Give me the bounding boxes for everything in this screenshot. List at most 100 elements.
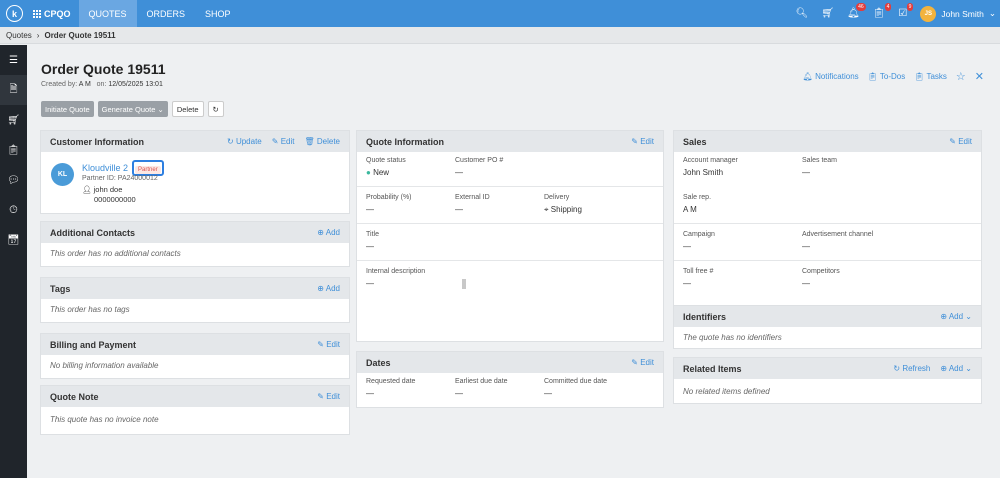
edit-button[interactable]: ✎ Edit — [272, 137, 295, 146]
edit-quote-info-button[interactable]: ✎ Edit — [631, 137, 654, 146]
add-contact-button[interactable]: ⊕ Add — [317, 228, 340, 237]
notifications-label: Notifications — [815, 72, 859, 81]
empty-message: This order has no additional contacts — [50, 249, 181, 258]
delete-button[interactable]: Delete — [171, 101, 204, 117]
refresh-related-button[interactable]: ↻ Refresh — [893, 364, 930, 373]
edit-note-button[interactable]: ✎ Edit — [317, 392, 340, 401]
field-label: Earliest due date — [455, 378, 508, 385]
customer-name-link[interactable]: Kloudville 2 — [82, 163, 128, 173]
refresh-button[interactable]: ↻ — [207, 101, 224, 117]
tasks-icon[interactable]: 📋︎ 4 — [873, 3, 892, 19]
document-icon[interactable]: 🗎 — [0, 75, 27, 105]
plus-circle-icon: ⊕ — [317, 228, 324, 237]
add-related-button[interactable]: ⊕ Add ⌄ — [940, 364, 972, 373]
user-menu[interactable]: JS John Smith ⌄ — [920, 5, 996, 22]
card-title: Sales — [683, 136, 707, 147]
field-value: — — [366, 389, 374, 398]
contact-name: john doe — [93, 185, 123, 194]
clock-icon[interactable]: 🕒︎ — [0, 195, 27, 225]
delete-button[interactable]: 🗑︎ Delete — [304, 137, 340, 146]
resize-handle[interactable] — [462, 279, 466, 289]
edit-label: Edit — [280, 137, 295, 146]
trash-icon: 🗑︎ — [304, 137, 315, 146]
field-value: — — [366, 205, 374, 214]
created-on-label: on: — [96, 81, 107, 88]
card-title: Identifiers — [683, 311, 727, 322]
notifications-link[interactable]: 🔔︎ Notifications — [803, 72, 859, 81]
clipboard-icon: 📋︎ — [914, 72, 925, 81]
close-icon[interactable]: ✕ — [975, 70, 984, 83]
nav-quotes[interactable]: QUOTES — [78, 0, 137, 27]
field-label: Sales team — [802, 157, 838, 164]
sales-header: Sales ✎ Edit — [674, 131, 981, 152]
todos-link[interactable]: 📋︎ To-Dos — [868, 72, 906, 81]
menu-icon[interactable]: ☰ — [0, 45, 27, 75]
card-title: Customer Information — [50, 136, 145, 147]
cart-icon[interactable]: 🛒︎ — [0, 105, 27, 135]
dates-card: Dates ✎ Edit Requested date — Earliest d… — [356, 351, 664, 408]
plus-circle-icon: ⊕ — [940, 312, 948, 321]
tags-card: Tags ⊕ Add This order has no tags — [40, 277, 350, 323]
external-id-field: External ID — — [455, 194, 490, 214]
card-title: Dates — [366, 357, 391, 368]
main-content: Order Quote 19511 Created by: A M on: 12… — [27, 45, 1000, 478]
breadcrumb: Quotes › Order Quote 19511 — [0, 27, 1000, 44]
card-title: Tags — [50, 283, 71, 294]
field-label: Campaign — [683, 231, 715, 238]
field-value: — — [802, 279, 810, 288]
calendar-icon[interactable]: 📅︎ — [0, 225, 27, 255]
field-value: — — [802, 168, 810, 177]
billing-header: Billing and Payment ✎ Edit — [41, 334, 349, 355]
field-value: — — [455, 168, 463, 177]
quote-actions: Initiate Quote Generate Quote ⌄ Delete ↻ — [41, 101, 224, 117]
divider — [357, 223, 663, 224]
todos-label: To-Dos — [879, 72, 906, 81]
edit-dates-button[interactable]: ✎ Edit — [631, 358, 654, 367]
field-label: Internal description — [366, 268, 426, 275]
chevron-right-icon: › — [36, 30, 40, 40]
clipboard-icon[interactable]: 📋︎ — [0, 135, 27, 165]
pencil-icon: ✎ — [949, 137, 956, 146]
update-button[interactable]: ↻ Update — [227, 137, 262, 146]
edit-sales-button[interactable]: ✎ Edit — [949, 137, 972, 146]
edit-billing-button[interactable]: ✎ Edit — [317, 340, 340, 349]
breadcrumb-quotes[interactable]: Quotes — [6, 31, 32, 40]
generate-quote-button[interactable]: Generate Quote ⌄ — [97, 101, 168, 117]
quote-information-card: Quote Information ✎ Edit Quote status ● … — [356, 130, 664, 342]
initiate-quote-button[interactable]: Initiate Quote — [41, 101, 94, 117]
app-logo[interactable]: k — [6, 5, 23, 22]
field-value: — — [366, 242, 374, 251]
top-bar: k CPQO QUOTES ORDERS SHOP 🔍︎ 🛒︎ 🔔︎ 46 📋︎ 4… — [0, 0, 1000, 27]
field-label: Account manager — [683, 157, 738, 164]
refresh-icon: ↻ — [227, 137, 234, 146]
user-avatar: JS — [920, 5, 937, 22]
add-tag-button[interactable]: ⊕ Add — [317, 284, 340, 293]
campaign-field: Campaign — — [683, 231, 715, 251]
star-icon[interactable]: ☆ — [956, 70, 966, 83]
edit-label: Edit — [640, 358, 654, 367]
todo-icon[interactable]: ☑ 9 — [898, 3, 914, 19]
tasks-count-badge: 4 — [884, 3, 892, 11]
card-title: Quote Information — [366, 136, 444, 147]
edit-label: Edit — [326, 340, 340, 349]
nav-shop[interactable]: SHOP — [195, 0, 241, 27]
card-title: Billing and Payment — [50, 339, 137, 350]
cart-icon[interactable]: 🛒︎ — [821, 8, 834, 19]
generate-quote-label: Generate Quote — [101, 104, 156, 114]
chat-icon[interactable]: 💬︎ — [0, 165, 27, 195]
nav-orders[interactable]: ORDERS — [137, 0, 196, 27]
field-label: Committed due date — [544, 378, 608, 385]
field-label: External ID — [455, 194, 490, 201]
add-identifier-button[interactable]: ⊕ Add ⌄ — [940, 312, 972, 321]
app-launcher[interactable]: CPQO — [33, 9, 71, 19]
update-label: Update — [235, 137, 262, 146]
earliest-due-date-field: Earliest due date — — [455, 378, 508, 398]
divider — [357, 186, 663, 187]
search-icon[interactable]: 🔍︎ — [796, 8, 809, 19]
empty-message: This order has no tags — [50, 305, 130, 314]
field-value: — — [544, 389, 552, 398]
requested-date-field: Requested date — — [366, 378, 415, 398]
empty-message: No related items defined — [683, 387, 770, 396]
tasks-link[interactable]: 📋︎ Tasks — [914, 72, 947, 81]
bell-icon[interactable]: 🔔︎ 46 — [847, 3, 866, 19]
